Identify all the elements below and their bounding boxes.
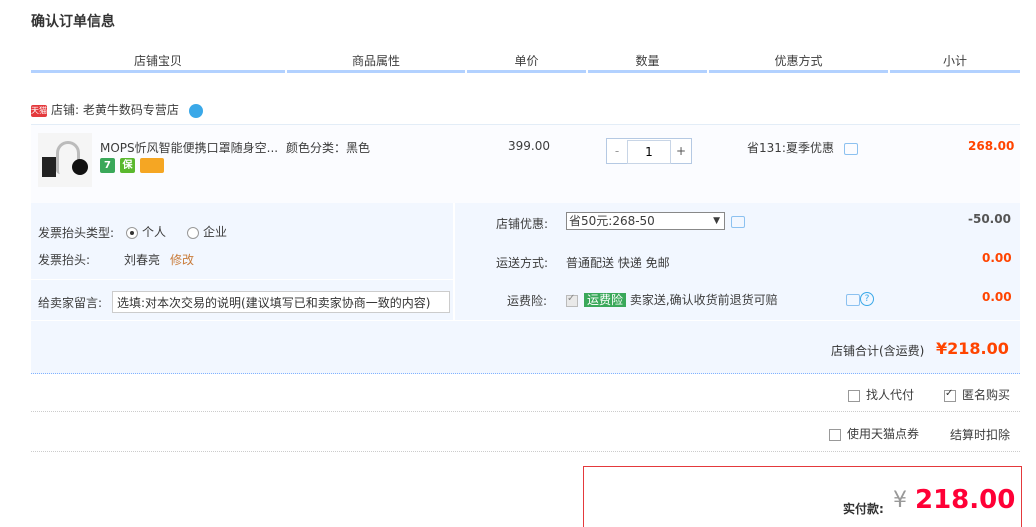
shop-info: 天猫 店铺: 老黄牛数码专营店 — [31, 101, 203, 118]
payment-currency: ¥ — [893, 488, 907, 513]
message-label: 给卖家留言: — [38, 296, 103, 310]
column-header-shop-item: 店铺宝贝 — [133, 54, 182, 68]
panel-divider — [453, 203, 455, 320]
column-header-attributes: 商品属性 — [351, 54, 400, 68]
header-bar — [467, 70, 586, 73]
insurance-desc: 卖家送,确认收货前退货可赔 — [629, 293, 778, 307]
item-discount-text: 省131:夏季优惠 — [747, 141, 834, 155]
shipping-value: 普通配送 快递 免邮 — [566, 256, 670, 270]
payment-amount: 218.00 — [915, 485, 1016, 515]
product-attribute: 颜色分类：黑色 — [286, 141, 371, 155]
payment-label: 实付款: — [843, 502, 884, 516]
tmall-points-checkbox[interactable] — [829, 428, 841, 441]
unit-price: 399.00 — [508, 139, 550, 153]
tmall-points-label: 使用天猫点券 — [847, 427, 920, 441]
column-header-subtotal: 小计 — [942, 54, 967, 68]
anonymous-option[interactable]: 匿名购买 — [944, 386, 1010, 403]
shop-total-value: ¥218.00 — [936, 339, 1009, 358]
insurance-label: 运费险: — [507, 294, 548, 308]
insurance-chat-icon[interactable] — [846, 294, 860, 306]
points-note: 结算时扣除 — [950, 428, 1011, 442]
shop-label: 店铺: — [51, 103, 80, 117]
product-title-link[interactable]: MOPS忻风智能便携口罩随身空... — [100, 139, 278, 156]
order-item-row — [31, 124, 1020, 203]
radio-company[interactable] — [187, 226, 199, 239]
discount-info-icon[interactable] — [843, 142, 858, 155]
shipping-amount: 0.00 — [982, 251, 1012, 265]
anonymous-label: 匿名购买 — [962, 388, 1011, 402]
shop-discount-selected: 省50元:268-50 — [569, 214, 655, 228]
discount-info-icon[interactable] — [731, 216, 745, 228]
divider — [31, 411, 1020, 413]
invoice-edit-link[interactable]: 修改 — [170, 251, 194, 268]
item-subtotal: 268.00 — [968, 139, 1015, 153]
invoice-personal-label: 个人 — [142, 225, 167, 239]
header-bar — [287, 70, 465, 73]
item-discount: 省131:夏季优惠 — [747, 139, 858, 156]
tmall-points-option[interactable]: 使用天猫点券 — [829, 425, 919, 442]
insurance-amount: 0.00 — [982, 290, 1012, 304]
shop-discount-select[interactable]: 省50元:268-50 ▼ — [566, 212, 725, 230]
shop-discount-amount: -50.00 — [968, 212, 1011, 226]
chevron-down-icon: ▼ — [713, 216, 720, 226]
credit-card-icon[interactable] — [140, 158, 164, 173]
quantity-increase-button[interactable]: + — [671, 139, 691, 163]
message-to-seller-input[interactable] — [112, 291, 450, 313]
tmall-badge-icon: 天猫 — [31, 104, 47, 117]
column-header-discount: 优惠方式 — [774, 54, 823, 68]
divider — [31, 451, 1020, 453]
invoice-title-value: 刘春亮 — [124, 253, 161, 267]
seven-day-return-icon[interactable]: 7 — [100, 158, 115, 173]
header-bar — [709, 70, 888, 73]
help-icon[interactable]: ? — [860, 292, 874, 306]
header-bar — [890, 70, 1020, 73]
insurance-checkbox[interactable] — [566, 293, 578, 307]
page-title: 确认订单信息 — [31, 14, 115, 30]
find-payer-option[interactable]: 找人代付 — [848, 386, 914, 403]
shop-discount-label: 店铺优惠: — [496, 217, 549, 231]
find-payer-label: 找人代付 — [866, 388, 915, 402]
shipping-label: 运送方式: — [496, 256, 549, 270]
header-bar — [31, 70, 285, 73]
quantity-stepper: - + — [606, 138, 692, 164]
invoice-type-personal[interactable]: 个人 — [126, 223, 166, 240]
invoice-title-label: 发票抬头: — [38, 253, 91, 267]
insurance-option: 运费险 卖家送,确认收货前退货可赔 — [566, 291, 778, 308]
radio-personal[interactable] — [126, 226, 138, 239]
wangwang-chat-icon[interactable] — [188, 103, 203, 118]
find-payer-checkbox[interactable] — [848, 389, 860, 402]
column-header-unit-price: 单价 — [514, 54, 539, 68]
quantity-decrease-button[interactable]: - — [607, 139, 627, 163]
product-thumbnail[interactable] — [38, 133, 92, 187]
guarantee-icon[interactable]: 保 — [120, 158, 135, 173]
invoice-company-label: 企业 — [203, 225, 228, 239]
quantity-input[interactable] — [627, 140, 671, 164]
shop-total-label: 店铺合计(含运费) — [831, 344, 925, 358]
panel-divider — [31, 279, 453, 280]
invoice-type-label: 发票抬头类型: — [38, 226, 115, 240]
column-header-quantity: 数量 — [635, 54, 660, 68]
invoice-type-company[interactable]: 企业 — [187, 223, 227, 240]
header-bar — [588, 70, 707, 73]
shop-name-link[interactable]: 老黄牛数码专营店 — [83, 103, 179, 117]
anonymous-checkbox[interactable] — [944, 388, 956, 402]
insurance-tag: 运费险 — [584, 293, 627, 307]
